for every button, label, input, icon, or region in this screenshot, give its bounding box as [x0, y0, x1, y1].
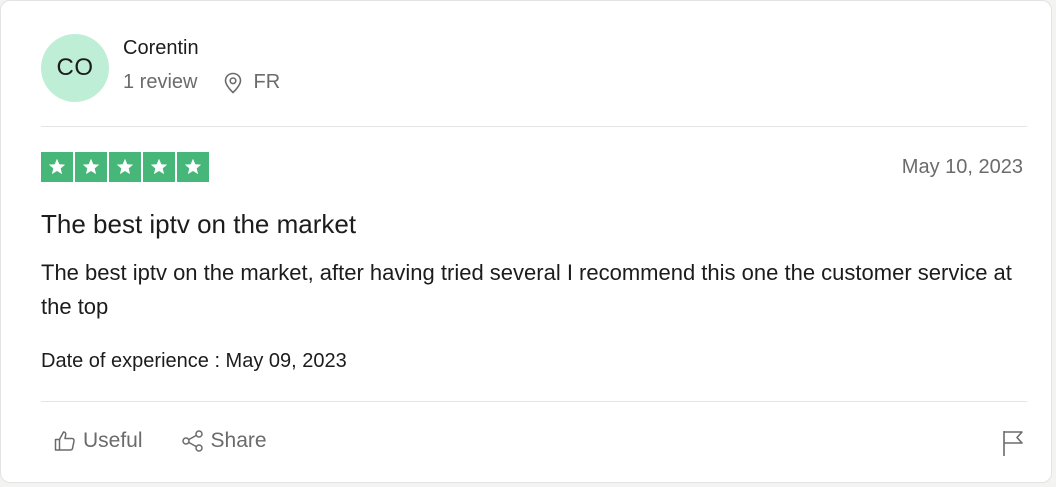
star-5: [177, 152, 209, 182]
star-1: [41, 152, 73, 182]
share-button[interactable]: Share: [181, 429, 267, 453]
avatar-initials: CO: [56, 54, 94, 81]
review-actions: Useful Share: [53, 429, 267, 453]
useful-label: Useful: [83, 429, 143, 452]
avatar: CO: [41, 34, 109, 102]
star-3: [109, 152, 141, 182]
date-of-experience: Date of experience : May 09, 2023: [41, 350, 347, 372]
star-icon: [184, 158, 202, 175]
useful-button[interactable]: Useful: [53, 429, 143, 453]
location-pin-icon: [225, 72, 242, 94]
footer-divider: [41, 401, 1027, 402]
review-title[interactable]: The best iptv on the market: [41, 209, 356, 240]
report-button[interactable]: [1001, 429, 1025, 462]
reviewer-name[interactable]: Corentin: [123, 37, 199, 60]
review-count: 1 review: [123, 71, 198, 93]
review-card: CO Corentin 1 review FR May 10, 2023 The…: [0, 0, 1052, 483]
share-icon: [181, 430, 203, 452]
star-icon: [82, 158, 100, 175]
star-icon: [116, 158, 134, 175]
share-label: Share: [210, 429, 267, 452]
header-divider: [41, 126, 1027, 127]
reviewer-country: FR: [253, 71, 281, 93]
review-body: The best iptv on the market, after havin…: [41, 260, 1012, 319]
thumbs-up-icon: [54, 431, 75, 451]
star-4: [143, 152, 175, 182]
reviewer-location: FR: [223, 71, 280, 94]
star-icon: [48, 158, 66, 175]
star-rating: [41, 152, 209, 182]
review-date: May 10, 2023: [901, 156, 1023, 178]
star-icon: [150, 158, 168, 175]
reviewer-meta: 1 review FR: [123, 71, 280, 94]
star-2: [75, 152, 107, 182]
flag-icon: [1003, 431, 1023, 456]
